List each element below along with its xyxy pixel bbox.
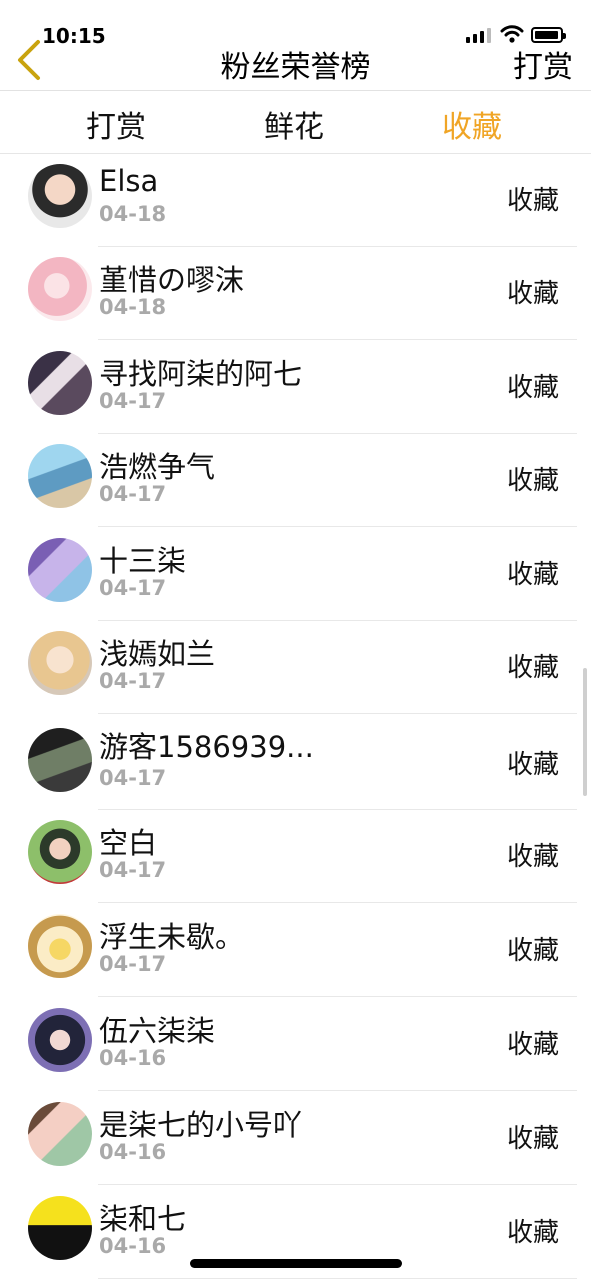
list-item[interactable]: 空白 04-17 收藏 bbox=[0, 810, 591, 903]
fan-action: 收藏 bbox=[506, 1030, 559, 1060]
home-indicator[interactable] bbox=[190, 1259, 402, 1268]
fan-action: 收藏 bbox=[506, 1124, 559, 1154]
fan-date: 04-18 bbox=[99, 202, 167, 226]
list-item[interactable]: Elsa 04-18 收藏 bbox=[0, 154, 591, 247]
row-divider bbox=[98, 996, 577, 997]
row-divider bbox=[98, 1184, 577, 1185]
fan-action: 收藏 bbox=[506, 186, 559, 216]
avatar bbox=[28, 1196, 92, 1260]
avatar bbox=[28, 351, 92, 415]
list-item[interactable]: 浮生未歇。 04-17 收藏 bbox=[0, 904, 591, 997]
avatar bbox=[28, 164, 92, 228]
fan-date: 04-18 bbox=[99, 295, 167, 319]
fan-date: 04-17 bbox=[99, 576, 167, 600]
fan-name: 浩燃争气 bbox=[99, 450, 216, 484]
list-item[interactable]: 寻找阿柒的阿七 04-17 收藏 bbox=[0, 341, 591, 434]
list-item[interactable]: 浩燃争气 04-17 收藏 bbox=[0, 434, 591, 527]
fan-date: 04-17 bbox=[99, 952, 167, 976]
row-divider bbox=[98, 1090, 577, 1091]
tab-reward[interactable]: 打赏 bbox=[56, 102, 176, 146]
list-item[interactable]: 伍六柒柒 04-16 收藏 bbox=[0, 998, 591, 1091]
avatar bbox=[28, 914, 92, 978]
fan-name: 浮生未歇。 bbox=[99, 920, 245, 954]
avatar bbox=[28, 257, 92, 321]
list-item[interactable]: 浅嫣如兰 04-17 收藏 bbox=[0, 621, 591, 714]
list-item[interactable]: 游客1586939... 04-17 收藏 bbox=[0, 714, 591, 810]
fan-name: 寻找阿柒的阿七 bbox=[99, 357, 303, 391]
fan-date: 04-17 bbox=[99, 858, 167, 882]
fan-date: 04-16 bbox=[99, 1140, 167, 1164]
avatar bbox=[28, 820, 92, 884]
tab-flowers[interactable]: 鲜花 bbox=[234, 102, 354, 146]
avatar bbox=[28, 631, 92, 695]
fan-name: 是柒七的小号吖 bbox=[99, 1108, 303, 1142]
fan-action: 收藏 bbox=[506, 842, 559, 872]
fan-name: 堇惜の嘐沫 bbox=[99, 263, 245, 297]
fan-action: 收藏 bbox=[506, 1218, 559, 1248]
fan-list[interactable]: Elsa 04-18 收藏 堇惜の嘐沫 04-18 收藏 寻找阿柒的阿七 04-… bbox=[0, 154, 591, 1280]
list-item[interactable]: 堇惜の嘐沫 04-18 收藏 bbox=[0, 247, 591, 340]
row-divider bbox=[98, 339, 577, 340]
fan-name: Elsa bbox=[99, 164, 159, 198]
fan-action: 收藏 bbox=[506, 279, 559, 309]
list-item[interactable]: 十三柒 04-17 收藏 bbox=[0, 528, 591, 621]
reward-button[interactable]: 打赏 bbox=[513, 42, 573, 86]
fan-action: 收藏 bbox=[506, 373, 559, 403]
page-title: 粉丝荣誉榜 bbox=[220, 50, 371, 85]
fan-date: 04-17 bbox=[99, 766, 167, 790]
fan-name: 游客1586939... bbox=[99, 730, 314, 764]
row-divider bbox=[98, 1278, 577, 1279]
avatar bbox=[28, 728, 92, 792]
avatar bbox=[28, 538, 92, 602]
fan-name: 伍六柒柒 bbox=[99, 1014, 216, 1048]
fan-action: 收藏 bbox=[506, 653, 559, 683]
avatar bbox=[28, 444, 92, 508]
fan-action: 收藏 bbox=[506, 936, 559, 966]
tab-bar: 打赏 鲜花 收藏 bbox=[0, 92, 591, 152]
avatar bbox=[28, 1102, 92, 1166]
fan-date: 04-17 bbox=[99, 669, 167, 693]
fan-name: 柒和七 bbox=[99, 1202, 187, 1236]
list-item[interactable]: 是柒七的小号吖 04-16 收藏 bbox=[0, 1092, 591, 1185]
nav-divider bbox=[0, 90, 591, 91]
fan-date: 04-17 bbox=[99, 482, 167, 506]
fan-date: 04-16 bbox=[99, 1234, 167, 1258]
fan-date: 04-17 bbox=[99, 389, 167, 413]
scrollbar[interactable] bbox=[583, 668, 587, 796]
row-divider bbox=[98, 902, 577, 903]
avatar bbox=[28, 1008, 92, 1072]
fan-action: 收藏 bbox=[506, 560, 559, 590]
fan-date: 04-16 bbox=[99, 1046, 167, 1070]
row-divider bbox=[98, 526, 577, 527]
nav-bar: 粉丝荣誉榜 打赏 bbox=[0, 28, 591, 90]
tab-collect[interactable]: 收藏 bbox=[412, 102, 532, 146]
fan-name: 十三柒 bbox=[99, 544, 187, 578]
fan-action: 收藏 bbox=[506, 466, 559, 496]
fan-name: 浅嫣如兰 bbox=[99, 637, 216, 671]
fan-name: 空白 bbox=[99, 826, 158, 860]
fan-action: 收藏 bbox=[506, 750, 559, 780]
